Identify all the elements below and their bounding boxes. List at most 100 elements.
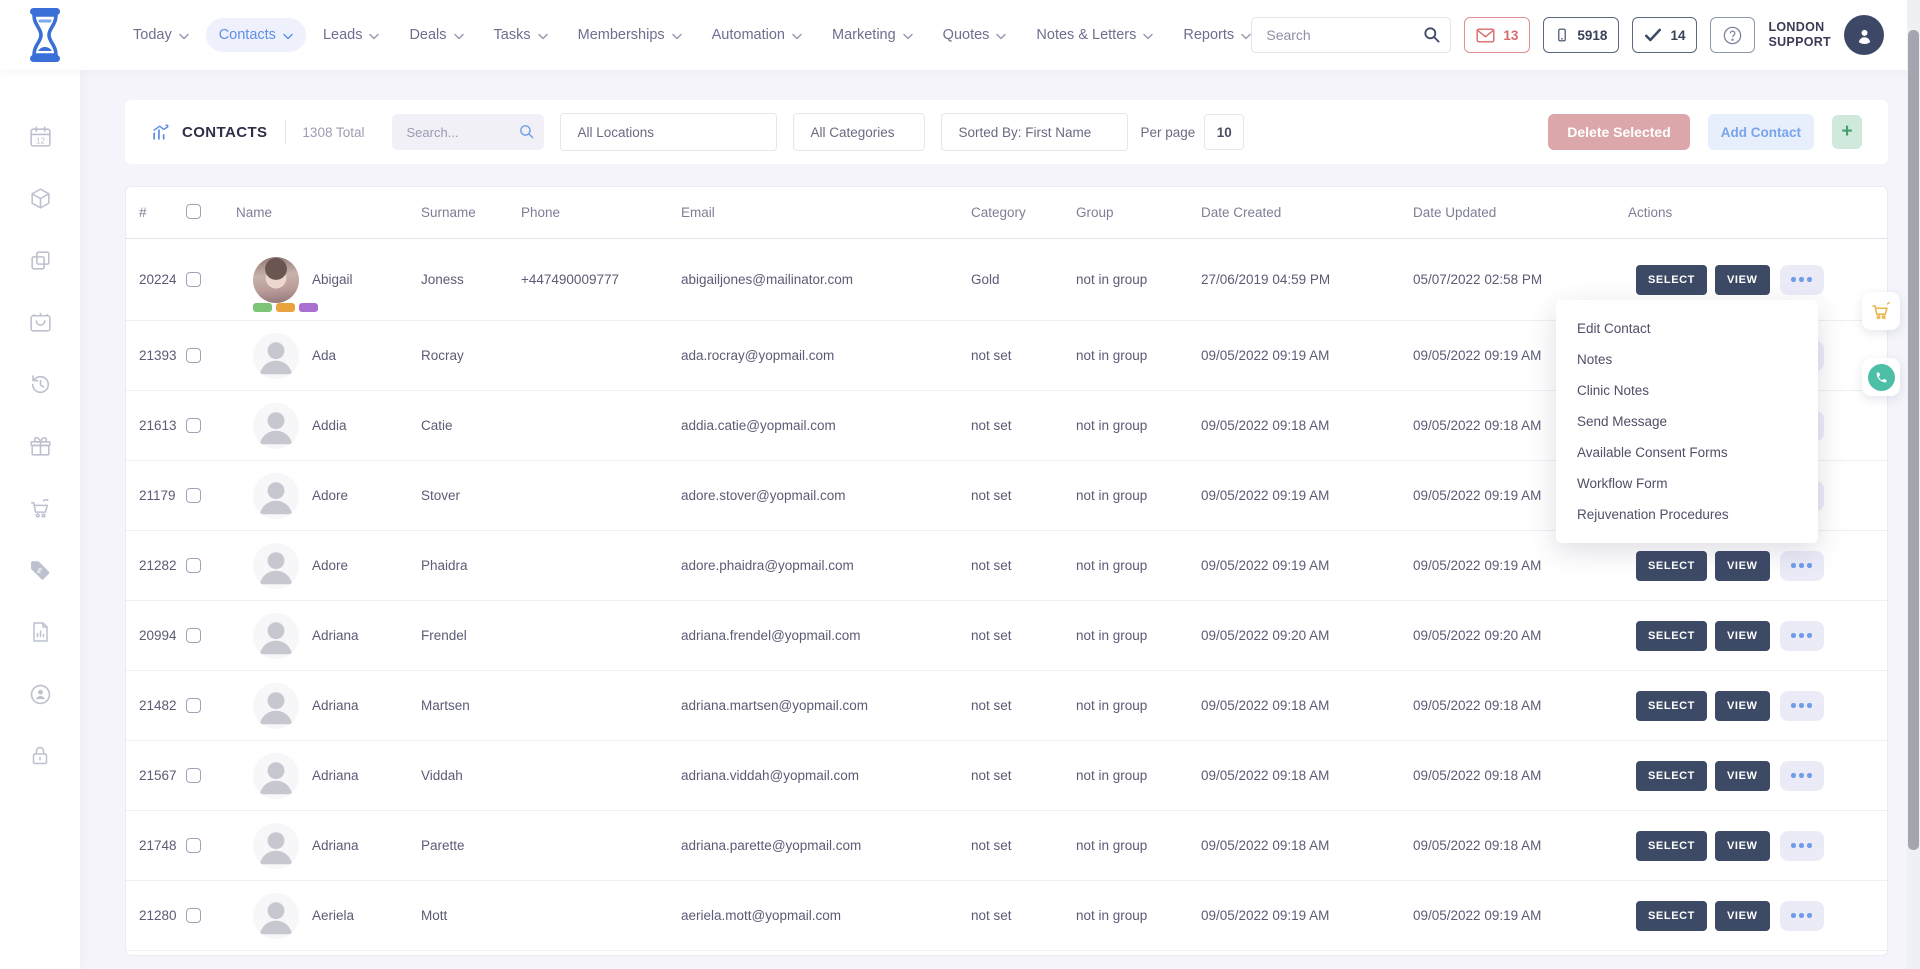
- select-button[interactable]: SELECT: [1636, 901, 1707, 931]
- more-actions-button[interactable]: [1780, 761, 1824, 791]
- more-actions-button[interactable]: [1780, 621, 1824, 651]
- contact-group: not in group: [1076, 698, 1147, 713]
- contact-category: not set: [971, 908, 1012, 923]
- sidebar-item-booking[interactable]: [0, 298, 80, 346]
- row-checkbox[interactable]: [186, 838, 201, 853]
- more-actions-button[interactable]: [1780, 551, 1824, 581]
- cell-category: not set: [971, 628, 1076, 643]
- category-filter[interactable]: All Categories: [793, 113, 925, 151]
- cell-checkbox: [186, 698, 236, 713]
- cell-email: adriana.frendel@yopmail.com: [681, 628, 971, 643]
- phone-icon: [1868, 364, 1895, 391]
- add-contact-button[interactable]: Add Contact: [1708, 114, 1814, 150]
- nav-item-today[interactable]: Today: [120, 18, 202, 52]
- sidebar-item-history[interactable]: [0, 360, 80, 408]
- nav-item-quotes[interactable]: Quotes: [930, 18, 1020, 52]
- nav-item-reports[interactable]: Reports: [1170, 18, 1264, 52]
- cell-checkbox: [186, 768, 236, 783]
- select-button[interactable]: SELECT: [1636, 551, 1707, 581]
- cell-category: not set: [971, 698, 1076, 713]
- more-actions-button[interactable]: [1780, 691, 1824, 721]
- menu-item-clinic-notes[interactable]: Clinic Notes: [1556, 375, 1818, 406]
- row-checkbox[interactable]: [186, 418, 201, 433]
- sort-filter[interactable]: Sorted By: First Name: [941, 113, 1128, 151]
- cell-surname: Frendel: [421, 628, 521, 643]
- sidebar-item-price-tag[interactable]: $: [0, 546, 80, 594]
- cell-surname: Joness: [421, 272, 521, 287]
- user-avatar[interactable]: [1844, 15, 1884, 55]
- nav-item-notes-letters[interactable]: Notes & Letters: [1023, 18, 1166, 52]
- select-button[interactable]: SELECT: [1636, 691, 1707, 721]
- row-checkbox[interactable]: [186, 488, 201, 503]
- select-button[interactable]: SELECT: [1636, 761, 1707, 791]
- contacts-search-icon[interactable]: [518, 123, 535, 145]
- calls-badge[interactable]: 5918: [1543, 17, 1619, 53]
- menu-item-edit-contact[interactable]: Edit Contact: [1556, 313, 1818, 344]
- date-created: 09/05/2022 09:18 AM: [1201, 698, 1329, 713]
- more-actions-button[interactable]: [1780, 901, 1824, 931]
- row-checkbox[interactable]: [186, 768, 201, 783]
- row-checkbox[interactable]: [186, 558, 201, 573]
- search-icon[interactable]: [1422, 25, 1441, 49]
- view-button[interactable]: VIEW: [1715, 901, 1770, 931]
- more-actions-button[interactable]: [1780, 265, 1824, 295]
- date-created: 27/06/2019 04:59 PM: [1201, 272, 1330, 287]
- view-button[interactable]: VIEW: [1715, 761, 1770, 791]
- cell-name: Adriana: [236, 601, 421, 670]
- cell-actions: SELECT VIEW: [1628, 761, 1887, 791]
- sidebar-item-gift[interactable]: [0, 422, 80, 470]
- contact-surname: Catie: [421, 418, 453, 433]
- location-filter[interactable]: All Locations: [560, 113, 777, 151]
- view-button[interactable]: VIEW: [1715, 551, 1770, 581]
- menu-item-rejuvenation-procedures[interactable]: Rejuvenation Procedures: [1556, 499, 1818, 530]
- app-logo[interactable]: [22, 7, 72, 65]
- sidebar-item-cart[interactable]: [0, 484, 80, 532]
- nav-item-leads[interactable]: Leads: [310, 18, 393, 52]
- more-actions-button[interactable]: [1780, 831, 1824, 861]
- row-checkbox[interactable]: [186, 908, 201, 923]
- sidebar-item-lock[interactable]: [0, 732, 80, 780]
- cart-button[interactable]: [1862, 292, 1900, 330]
- menu-item-workflow-form[interactable]: Workflow Form: [1556, 468, 1818, 499]
- quick-add-button[interactable]: +: [1832, 115, 1862, 149]
- menu-item-notes[interactable]: Notes: [1556, 344, 1818, 375]
- global-search-input[interactable]: [1251, 17, 1451, 53]
- view-button[interactable]: VIEW: [1715, 831, 1770, 861]
- menu-item-send-message[interactable]: Send Message: [1556, 406, 1818, 437]
- contact-first-name: Addia: [312, 418, 347, 433]
- contact-email: aeriela.mott@yopmail.com: [681, 908, 841, 923]
- select-button[interactable]: SELECT: [1636, 265, 1707, 295]
- select-all-checkbox[interactable]: [186, 204, 201, 219]
- per-page-value[interactable]: 10: [1204, 114, 1244, 150]
- sidebar-item-package[interactable]: [0, 174, 80, 222]
- tasks-badge[interactable]: 14: [1632, 17, 1697, 53]
- select-button[interactable]: SELECT: [1636, 621, 1707, 651]
- date-created: 09/05/2022 09:19 AM: [1201, 558, 1329, 573]
- help-badge[interactable]: [1710, 17, 1755, 53]
- row-checkbox[interactable]: [186, 348, 201, 363]
- messages-badge[interactable]: 13: [1464, 17, 1530, 53]
- nav-item-automation[interactable]: Automation: [699, 18, 815, 52]
- view-button[interactable]: VIEW: [1715, 265, 1770, 295]
- view-button[interactable]: VIEW: [1715, 621, 1770, 651]
- sidebar-item-account-sync[interactable]: [0, 670, 80, 718]
- nav-item-deals[interactable]: Deals: [396, 18, 476, 52]
- sidebar-item-report[interactable]: [0, 608, 80, 656]
- nav-item-tasks[interactable]: Tasks: [481, 18, 561, 52]
- select-button[interactable]: SELECT: [1636, 831, 1707, 861]
- menu-item-available-consent-forms[interactable]: Available Consent Forms: [1556, 437, 1818, 468]
- scrollbar-thumb[interactable]: [1908, 30, 1919, 850]
- nav-item-contacts[interactable]: Contacts: [206, 18, 306, 52]
- call-button[interactable]: [1862, 358, 1900, 396]
- delete-selected-button[interactable]: Delete Selected: [1548, 114, 1690, 150]
- view-button[interactable]: VIEW: [1715, 691, 1770, 721]
- column-header-date-updated: Date Updated: [1413, 205, 1628, 220]
- cell-name: Adriana: [236, 811, 421, 880]
- sidebar-item-calendar[interactable]: 12: [0, 112, 80, 160]
- nav-item-memberships[interactable]: Memberships: [565, 18, 695, 52]
- row-checkbox[interactable]: [186, 628, 201, 643]
- sidebar-item-pages[interactable]: [0, 236, 80, 284]
- row-checkbox[interactable]: [186, 272, 201, 287]
- row-checkbox[interactable]: [186, 698, 201, 713]
- nav-item-marketing[interactable]: Marketing: [819, 18, 926, 52]
